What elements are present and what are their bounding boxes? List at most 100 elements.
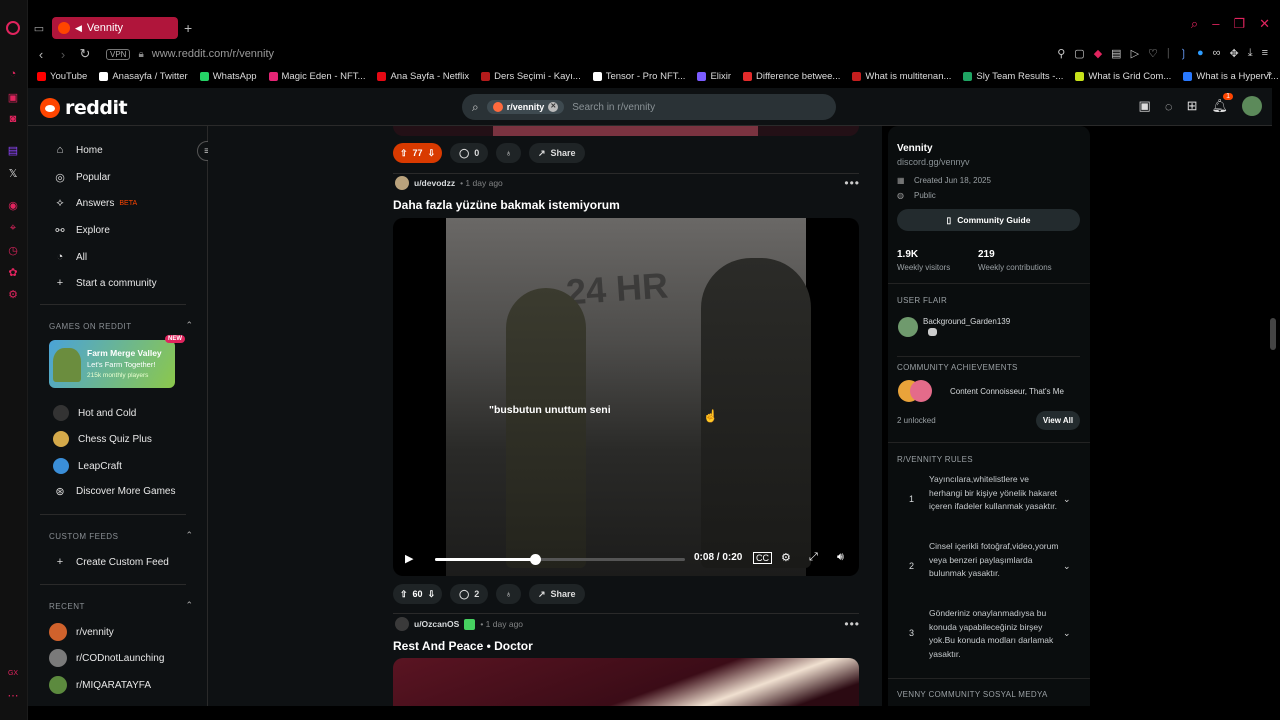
extensions-icon[interactable]: ✿: [6, 265, 20, 279]
vpn-badge[interactable]: VPN: [106, 48, 131, 60]
vote-control[interactable]: ⇧ 60 ⇩: [393, 584, 443, 604]
settings-gear-icon[interactable]: ⚙: [781, 551, 791, 564]
bookmark-item[interactable]: Elixir: [697, 71, 731, 82]
share-button[interactable]: ↗ Share: [528, 143, 585, 163]
nav-explore[interactable]: ⚯ Explore: [53, 224, 110, 237]
create-custom-feed[interactable]: + Create Custom Feed: [53, 556, 169, 568]
flow-icon[interactable]: ▤: [1111, 47, 1121, 60]
speaker-icon[interactable]: ◀: [75, 23, 82, 34]
page-scrollbar[interactable]: [1270, 318, 1276, 350]
captions-icon[interactable]: CC: [753, 552, 772, 564]
award-button[interactable]: ♁: [496, 584, 521, 604]
messenger-icon[interactable]: ◔: [6, 67, 20, 81]
bookmark-item[interactable]: Sly Team Results -...: [963, 71, 1063, 82]
games-section-label[interactable]: GAMES ON REDDIT: [49, 322, 132, 331]
notifications-icon[interactable]: 🔔︎ 1: [1211, 93, 1233, 114]
recent-label[interactable]: RECENT: [49, 602, 85, 611]
lock-icon[interactable]: 🔒︎: [138, 49, 143, 60]
new-tab-button[interactable]: +: [184, 20, 192, 36]
view-all-button[interactable]: View All: [1036, 411, 1080, 430]
post-title[interactable]: Rest And Peace • Doctor: [393, 639, 533, 653]
play-icon[interactable]: ▷: [1131, 47, 1139, 60]
video-progress-bar[interactable]: [435, 554, 685, 565]
post-title[interactable]: Daha fazla yüzüne bakmak istemiyorum: [393, 198, 620, 212]
downvote-icon[interactable]: ⇩: [428, 589, 436, 600]
pocket-icon[interactable]: ◆: [1094, 47, 1102, 60]
collapse-recent-icon[interactable]: ⌃: [185, 600, 193, 611]
user-avatar[interactable]: [395, 176, 409, 190]
progress-knob[interactable]: [530, 554, 541, 565]
more-icon[interactable]: ⋯: [6, 688, 20, 702]
extension-blue-icon[interactable]: ●: [1197, 47, 1204, 60]
search-input[interactable]: Search in r/vennity: [572, 102, 655, 113]
chevron-down-icon[interactable]: ⌄: [1063, 561, 1071, 572]
advertise-icon[interactable]: ▣: [1139, 98, 1151, 114]
heart-icon[interactable]: ♡: [1148, 47, 1158, 60]
bookmark-item[interactable]: Ders Seçimi - Kayı...: [481, 71, 581, 82]
search-bar[interactable]: ⌕ r/vennity ✕ Search in r/vennity: [462, 94, 836, 120]
bookmark-item[interactable]: Difference betwee...: [743, 71, 840, 82]
post-author[interactable]: u/devodzz: [414, 178, 455, 188]
menu-icon[interactable]: ≡: [1262, 47, 1268, 60]
reddit-logo[interactable]: reddit: [40, 97, 128, 119]
user-avatar[interactable]: [1242, 96, 1262, 116]
community-link[interactable]: discord.gg/vennyv: [897, 157, 970, 167]
upvote-icon[interactable]: ⇧: [400, 148, 408, 159]
link-icon[interactable]: ∞: [1213, 47, 1221, 60]
reload-button[interactable]: ↻: [76, 46, 94, 62]
pin-icon[interactable]: ⚲: [1057, 47, 1065, 60]
forward-button[interactable]: ›: [54, 47, 72, 62]
comments-button[interactable]: ◯ 0: [450, 143, 489, 163]
flair-username[interactable]: Background_Garden139: [923, 317, 1010, 326]
downvote-icon[interactable]: ⇩: [428, 148, 436, 159]
minimize-button[interactable]: –: [1212, 16, 1219, 32]
game-leapcraft[interactable]: LeapCraft: [53, 458, 122, 474]
achievement-badge-icon[interactable]: [910, 380, 932, 402]
puzzle-icon[interactable]: ✥: [1229, 47, 1238, 60]
history-icon[interactable]: ◷: [6, 243, 20, 257]
recent-miqaratayfa[interactable]: r/MIQARATAYFA: [49, 676, 151, 694]
bookmark-item[interactable]: What is multitenan...: [852, 71, 951, 82]
search-tabs-icon[interactable]: ⌕: [1191, 16, 1198, 32]
recent-codnotlaunching[interactable]: r/CODnotLaunching: [49, 649, 164, 667]
bookmarks-overflow-icon[interactable]: »: [1267, 68, 1272, 79]
flair-avatar[interactable]: [898, 317, 918, 337]
instagram-icon[interactable]: ▣: [6, 90, 20, 104]
bookmark-item[interactable]: Magic Eden - NFT...: [268, 71, 365, 82]
twitch-icon[interactable]: ▤: [6, 143, 20, 157]
chat-icon[interactable]: ◌: [1165, 99, 1173, 114]
gx-icon[interactable]: GX: [6, 666, 20, 680]
video-player[interactable]: 24 HR "busbutun unuttum seni ▶ 0:08 / 0:…: [393, 218, 859, 576]
x-icon[interactable]: 𝕏: [6, 166, 20, 180]
upvote-icon[interactable]: ⇧: [400, 589, 408, 600]
snapshot-icon[interactable]: ▢: [1074, 47, 1084, 60]
user-avatar[interactable]: [395, 617, 409, 631]
vote-control[interactable]: ⇧ 77 ⇩: [393, 143, 443, 163]
recent-vennity[interactable]: r/vennity: [49, 623, 114, 641]
fullscreen-icon[interactable]: ⤢: [809, 551, 818, 564]
post-options-icon[interactable]: •••: [844, 617, 860, 631]
discover-more-games[interactable]: ⊛ Discover More Games: [53, 485, 175, 498]
tab-switcher-icon[interactable]: ▭: [28, 22, 50, 35]
create-post-icon[interactable]: ⊞: [1187, 98, 1198, 114]
whatsapp-icon[interactable]: ◙: [6, 112, 20, 126]
award-button[interactable]: ♁: [496, 143, 521, 163]
restore-button[interactable]: ❐: [1233, 16, 1245, 32]
collapse-feeds-icon[interactable]: ⌃: [185, 530, 193, 541]
tab-vennity[interactable]: ◀ Vennity: [52, 17, 178, 39]
nav-home[interactable]: ⌂ Home: [53, 144, 103, 156]
nav-popular[interactable]: ◎ Popular: [53, 171, 110, 184]
comments-button[interactable]: ◯ 2: [450, 584, 489, 604]
nav-answers[interactable]: ⟡ Answers BETA: [53, 197, 137, 210]
bookmark-item[interactable]: Anasayfa / Twitter: [99, 71, 188, 82]
post-author[interactable]: u/OzcanOS: [414, 619, 459, 629]
game-chess-quiz[interactable]: Chess Quiz Plus: [53, 431, 152, 447]
opera-logo-icon[interactable]: [6, 21, 20, 35]
nav-start-community[interactable]: + Start a community: [53, 277, 157, 289]
post-image[interactable]: [393, 658, 859, 706]
chevron-down-icon[interactable]: ⌄: [1063, 494, 1071, 505]
bookmark-item[interactable]: What is a Hypervi...: [1183, 71, 1279, 82]
bookmark-item[interactable]: YouTube: [37, 71, 87, 82]
search-scope-chip[interactable]: r/vennity ✕: [486, 100, 565, 114]
play-icon[interactable]: ▶: [405, 552, 413, 565]
